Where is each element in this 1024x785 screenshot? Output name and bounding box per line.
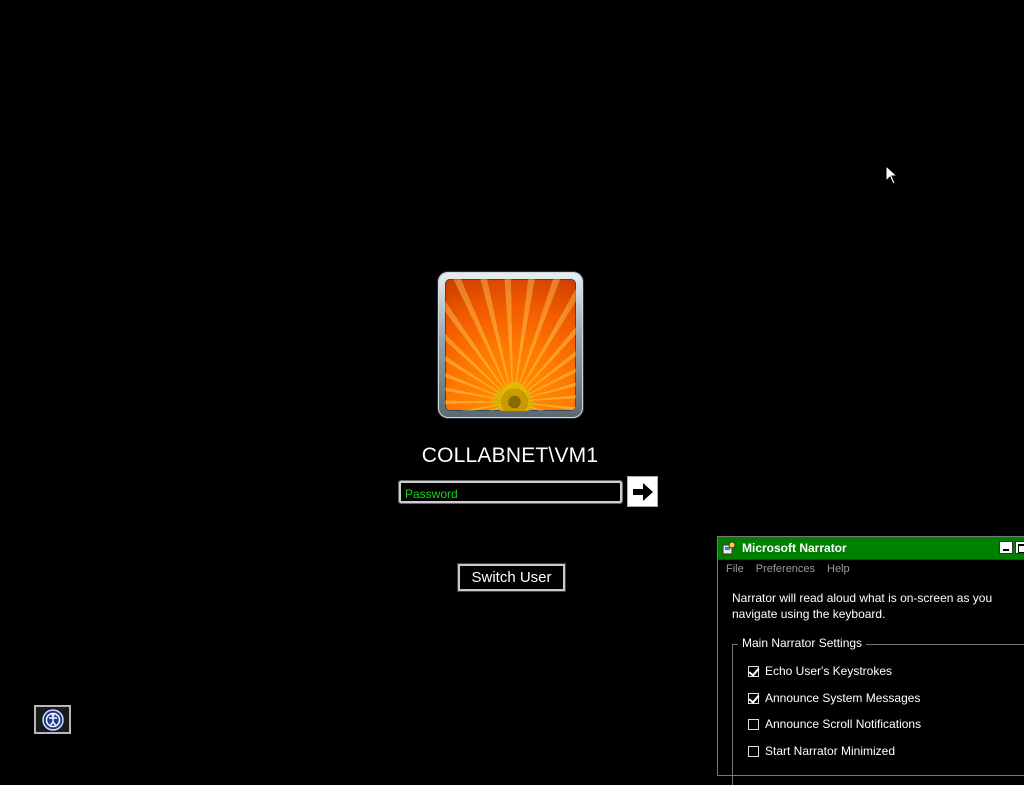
group-title: Main Narrator Settings — [738, 636, 867, 650]
password-field[interactable] — [398, 480, 623, 504]
option-label: Announce System Messages — [765, 691, 921, 705]
ease-of-access-button[interactable] — [34, 705, 71, 734]
arrow-right-icon — [632, 482, 653, 501]
start-minimized-checkbox[interactable] — [748, 745, 759, 757]
menu-file[interactable]: File — [726, 563, 744, 575]
menu-preferences[interactable]: Preferences — [756, 563, 815, 575]
announce-scroll-checkbox[interactable] — [748, 718, 759, 730]
announce-system-messages-checkbox[interactable] — [748, 692, 759, 704]
password-input[interactable] — [401, 485, 620, 503]
option-label: Announce Scroll Notifications — [765, 717, 922, 731]
option-start-minimized[interactable]: Start Narrator Minimized — [748, 744, 895, 758]
narrator-window: Microsoft Narrator File Preferences Help… — [717, 536, 1024, 785]
narrator-menu-bar: File Preferences Help — [718, 560, 1024, 578]
submit-arrow-button[interactable] — [627, 476, 658, 507]
mouse-pointer-icon — [885, 165, 899, 185]
main-settings-group: Main Narrator Settings Echo User's Keyst… — [732, 636, 1024, 785]
option-echo-keystrokes[interactable]: Echo User's Keystrokes — [748, 664, 892, 678]
menu-help[interactable]: Help — [827, 563, 850, 575]
ease-of-access-icon — [41, 708, 64, 731]
narrator-app-icon — [722, 541, 736, 554]
narrator-description: Narrator will read aloud what is on-scre… — [732, 591, 993, 621]
option-label: Start Narrator Minimized — [765, 744, 896, 758]
maximize-button[interactable] — [1015, 541, 1024, 554]
switch-user-button[interactable]: Switch User — [457, 563, 566, 592]
option-announce-scroll-notifications[interactable]: Announce Scroll Notifications — [748, 717, 921, 731]
option-label: Echo User's Keystrokes — [765, 664, 893, 678]
option-announce-system-messages[interactable]: Announce System Messages — [748, 691, 920, 705]
user-picture-flower — [445, 279, 576, 411]
narrator-titlebar[interactable]: Microsoft Narrator — [718, 537, 1024, 560]
minimize-button[interactable] — [999, 541, 1013, 554]
username-label: COLLABNET\VM1 — [421, 444, 599, 467]
user-avatar — [438, 272, 583, 418]
narrator-title: Microsoft Narrator — [742, 541, 847, 555]
echo-keystrokes-checkbox[interactable] — [748, 665, 759, 677]
